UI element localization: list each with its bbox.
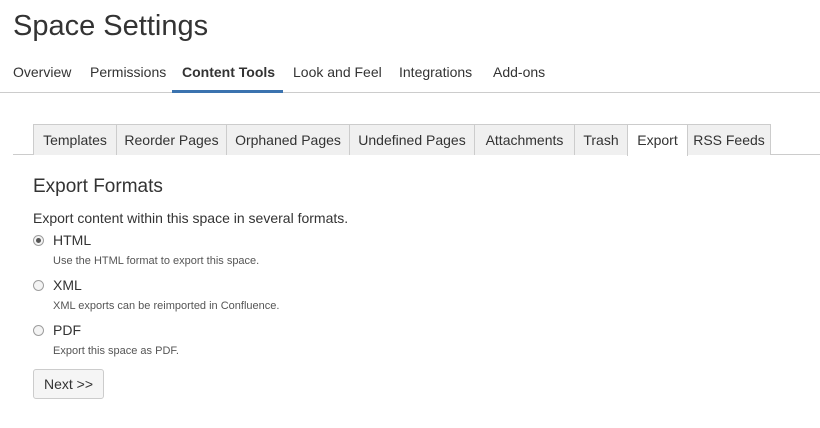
- tab-rss-feeds[interactable]: RSS Feeds: [687, 124, 771, 155]
- space-settings-nav: Overview Permissions Content Tools Look …: [0, 54, 820, 93]
- nav-add-ons[interactable]: Add-ons: [493, 54, 545, 92]
- pdf-option-description: Export this space as PDF.: [53, 345, 179, 357]
- nav-look-and-feel[interactable]: Look and Feel: [293, 54, 382, 92]
- tab-reorder-pages[interactable]: Reorder Pages: [116, 124, 227, 155]
- xml-radio[interactable]: [33, 280, 44, 291]
- pdf-option-label[interactable]: PDF: [53, 322, 81, 338]
- html-option-label[interactable]: HTML: [53, 232, 91, 248]
- nav-content-tools[interactable]: Content Tools: [172, 54, 283, 93]
- xml-option-description: XML exports can be reimported in Conflue…: [53, 300, 280, 312]
- export-formats-heading: Export Formats: [33, 176, 163, 197]
- html-option-description: Use the HTML format to export this space…: [53, 255, 260, 267]
- tab-export[interactable]: Export: [627, 124, 688, 156]
- tab-orphaned-pages[interactable]: Orphaned Pages: [226, 124, 350, 155]
- next-button[interactable]: Next >>: [33, 369, 104, 399]
- xml-option-label[interactable]: XML: [53, 277, 82, 293]
- pdf-radio[interactable]: [33, 325, 44, 336]
- tab-templates[interactable]: Templates: [33, 124, 117, 155]
- nav-overview[interactable]: Overview: [13, 54, 71, 92]
- export-intro-text: Export content within this space in seve…: [33, 210, 349, 226]
- content-tools-tabs: Templates Reorder Pages Orphaned Pages U…: [13, 124, 820, 156]
- page-title: Space Settings: [13, 10, 209, 42]
- nav-permissions[interactable]: Permissions: [90, 54, 166, 92]
- tab-trash[interactable]: Trash: [574, 124, 628, 155]
- nav-integrations[interactable]: Integrations: [399, 54, 472, 92]
- tab-attachments[interactable]: Attachments: [474, 124, 575, 155]
- html-radio[interactable]: [33, 235, 44, 246]
- tab-undefined-pages[interactable]: Undefined Pages: [349, 124, 475, 155]
